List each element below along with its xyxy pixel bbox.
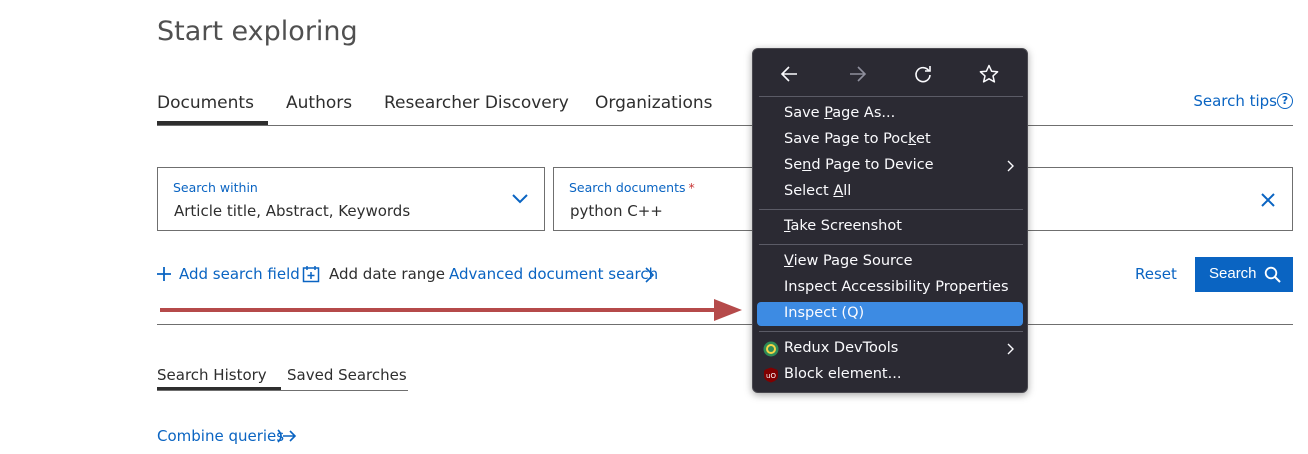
back-icon[interactable] xyxy=(779,63,801,85)
search-within-select[interactable]: Search within Article title, Abstract, K… xyxy=(157,167,545,231)
search-icon xyxy=(1264,266,1281,283)
redux-devtools-icon xyxy=(763,341,779,357)
page-title: Start exploring xyxy=(157,16,358,47)
search-within-value: Article title, Abstract, Keywords xyxy=(174,202,411,220)
search-button[interactable]: Search xyxy=(1195,257,1293,292)
menu-item-save-page-as[interactable]: Save Page As... xyxy=(757,102,1023,126)
chevron-down-icon[interactable] xyxy=(512,192,528,206)
menu-separator xyxy=(759,96,1023,97)
reload-icon[interactable] xyxy=(912,63,934,85)
plus-icon[interactable] xyxy=(155,265,173,283)
menu-item-send-to-device[interactable]: Send Page to Device xyxy=(757,154,1023,178)
reset-button[interactable]: Reset xyxy=(1135,265,1177,283)
search-type-tabs: Documents Authors Researcher Discovery O… xyxy=(157,92,1293,126)
submenu-arrow-icon xyxy=(1007,343,1014,355)
combine-queries-link[interactable]: Combine queries xyxy=(157,427,284,445)
ublock-icon: uO xyxy=(764,367,778,383)
bookmark-star-icon[interactable] xyxy=(978,63,1000,85)
tab-authors[interactable]: Authors xyxy=(286,93,352,113)
help-circle-icon[interactable]: ? xyxy=(1277,93,1293,109)
add-date-range-button[interactable]: Add date range xyxy=(329,265,445,283)
close-icon[interactable] xyxy=(1260,192,1276,208)
menu-item-select-all[interactable]: Select All xyxy=(757,180,1023,204)
context-menu: Save Page As... Save Page to Pocket Send… xyxy=(752,48,1028,393)
menu-item-redux-devtools[interactable]: Redux DevTools xyxy=(757,337,1023,361)
tab-documents[interactable]: Documents xyxy=(157,93,268,125)
advanced-search-link[interactable]: Advanced document search xyxy=(449,265,658,283)
menu-item-view-page-source[interactable]: View Page Source xyxy=(757,250,1023,274)
menu-item-inspect[interactable]: Inspect (Q) xyxy=(757,302,1023,326)
menu-item-inspect-accessibility[interactable]: Inspect Accessibility Properties xyxy=(757,276,1023,300)
calendar-add-icon[interactable] xyxy=(302,265,320,283)
submenu-arrow-icon xyxy=(1007,160,1014,172)
search-documents-label: Search documents * xyxy=(569,180,695,195)
menu-item-save-to-pocket[interactable]: Save Page to Pocket xyxy=(757,128,1023,152)
tab-saved-searches[interactable]: Saved Searches xyxy=(287,366,407,384)
forward-icon[interactable] xyxy=(846,63,868,85)
menu-item-block-element[interactable]: uO Block element... xyxy=(757,363,1023,387)
svg-text:uO: uO xyxy=(766,372,776,380)
search-tips-link[interactable]: Search tips xyxy=(1193,92,1277,110)
menu-separator xyxy=(759,209,1023,210)
menu-separator xyxy=(759,244,1023,245)
menu-separator xyxy=(759,331,1023,332)
menu-item-take-screenshot[interactable]: Take Screenshot xyxy=(757,215,1023,239)
tab-organizations[interactable]: Organizations xyxy=(595,93,713,113)
tab-researcher-discovery[interactable]: Researcher Discovery xyxy=(384,93,569,113)
search-documents-value: python C++ xyxy=(570,202,663,220)
combine-arrow-icon xyxy=(277,429,297,443)
annotation-arrow xyxy=(160,299,742,321)
required-mark: * xyxy=(688,180,695,195)
history-tabs: Search History Saved Searches xyxy=(157,366,408,391)
divider xyxy=(157,324,1293,325)
search-within-label: Search within xyxy=(173,180,258,195)
chevron-right-icon xyxy=(645,267,655,283)
add-search-field-button[interactable]: Add search field xyxy=(179,265,300,283)
tab-search-history[interactable]: Search History xyxy=(157,366,281,390)
